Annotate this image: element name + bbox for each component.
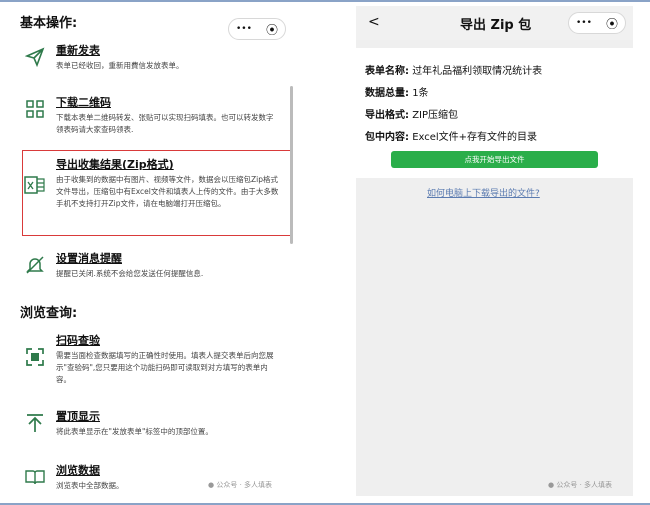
reminder-link[interactable]: 设置消息提醒 <box>56 250 122 266</box>
section-basic-title: 基本操作: <box>20 16 78 31</box>
row-label: 表单名称: <box>365 66 409 77</box>
section-browse-title: 浏览查询: <box>20 306 78 321</box>
qr-code-icon <box>24 98 46 120</box>
info-row-contents: 包中内容: Excel文件+存有文件的目录 <box>365 128 537 143</box>
list-item-export-zip[interactable]: 导出收集结果(Zip格式) 由于收集到的数据中有图片、视频等文件，数据会以压缩包… <box>18 156 286 232</box>
book-icon <box>24 466 46 488</box>
row-value: 1条 <box>412 88 429 99</box>
row-value: 过年礼品福利领取情况统计表 <box>412 66 543 77</box>
start-export-button[interactable]: 点我开始导出文件 <box>391 151 598 168</box>
list-item-republish[interactable]: 重新发表 表单已经收回，重新用費信发放表单。 <box>18 42 286 82</box>
wechat-icon: ● <box>548 481 555 489</box>
send-icon <box>24 46 46 68</box>
more-icon[interactable]: ••• <box>576 18 592 28</box>
scan-verify-link[interactable]: 扫码查验 <box>56 332 100 348</box>
nav-header: < 导出 Zip 包 ••• ⦿ <box>356 6 633 40</box>
mini-program-capsule[interactable]: ••• ⦿ <box>568 12 626 34</box>
info-row-format: 导出格式: ZIP压缩包 <box>365 106 458 121</box>
list-item-browse-data[interactable]: 浏览数据 浏览表中全部数据。 <box>18 462 286 496</box>
pin-top-desc: 将此表单显示在"发放表单"标签中的顶部位置。 <box>56 427 213 436</box>
info-row-total: 数据总量: 1条 <box>365 84 429 99</box>
list-item-scan-verify[interactable]: 扫码查验 需要当面检查数据填写的正确性时使用。填表人提交表单后向您展示"查验码"… <box>18 332 286 388</box>
scrollbar[interactable] <box>290 86 293 244</box>
row-label: 导出格式: <box>365 110 409 121</box>
excel-file-icon <box>24 174 46 196</box>
row-label: 包中内容: <box>365 132 409 143</box>
watermark: ● 公众号 · 多人填表 <box>208 480 272 490</box>
export-zip-link[interactable]: 导出收集结果(Zip格式) <box>56 156 174 172</box>
close-target-icon[interactable]: ⦿ <box>266 21 278 38</box>
page-title: 导出 Zip 包 <box>460 18 532 33</box>
back-icon[interactable]: < <box>368 14 380 30</box>
help-download-link[interactable]: 如何电脑上下载导出的文件? <box>427 186 540 199</box>
list-item-pin-top[interactable]: 置顶显示 将此表单显示在"发放表单"标签中的顶部位置。 <box>18 408 286 442</box>
scan-verify-desc: 需要当面检查数据填写的正确性时使用。填表人提交表单后向您展示"查验码",您只要用… <box>56 351 274 384</box>
left-panel: 基本操作: ••• ⦿ 重新发表 表单已经收回，重新用費信发放表单。 下载二维码… <box>18 6 294 496</box>
download-qr-desc: 下载本表单二维码转发、张贴可以实现扫码填表。也可以转发数字领表码请大家查码领表. <box>56 113 274 134</box>
watermark-text: 公众号 · 多人填表 <box>216 481 273 489</box>
close-target-icon[interactable]: ⦿ <box>606 15 618 32</box>
mini-program-capsule[interactable]: ••• ⦿ <box>228 18 286 40</box>
row-value: Excel文件+存有文件的目录 <box>412 132 538 143</box>
watermark-text: 公众号 · 多人填表 <box>556 481 613 489</box>
row-value: ZIP压缩包 <box>412 110 459 121</box>
wechat-icon: ● <box>208 481 215 489</box>
republish-desc: 表单已经收回，重新用費信发放表单。 <box>56 61 184 70</box>
list-item-reminder[interactable]: 设置消息提醒 提醒已关闭.系统不会给您发送任何提醒信息. <box>18 250 286 286</box>
row-label: 数据总量: <box>365 88 409 99</box>
export-zip-desc: 由于收集到的数据中有图片、视频等文件，数据会以压缩包Zip格式文件导出，压缩包中… <box>56 175 279 208</box>
download-qr-link[interactable]: 下载二维码 <box>56 94 111 110</box>
bell-off-icon <box>24 254 46 276</box>
top-border <box>0 0 650 2</box>
watermark: ● 公众号 · 多人填表 <box>548 480 612 490</box>
pin-top-icon <box>24 412 46 434</box>
list-item-download-qr[interactable]: 下载二维码 下载本表单二维码转发、张贴可以实现扫码填表。也可以转发数字领表码请大… <box>18 94 286 144</box>
info-row-form-name: 表单名称: 过年礼品福利领取情况统计表 <box>365 62 542 77</box>
reminder-desc: 提醒已关闭.系统不会给您发送任何提醒信息. <box>56 269 204 278</box>
pin-top-link[interactable]: 置顶显示 <box>56 408 100 424</box>
more-icon[interactable]: ••• <box>236 24 252 34</box>
scan-icon <box>24 346 46 368</box>
right-panel: < 导出 Zip 包 ••• ⦿ 表单名称: 过年礼品福利领取情况统计表 数据总… <box>356 6 633 496</box>
republish-link[interactable]: 重新发表 <box>56 42 100 58</box>
browse-data-link[interactable]: 浏览数据 <box>56 462 100 478</box>
